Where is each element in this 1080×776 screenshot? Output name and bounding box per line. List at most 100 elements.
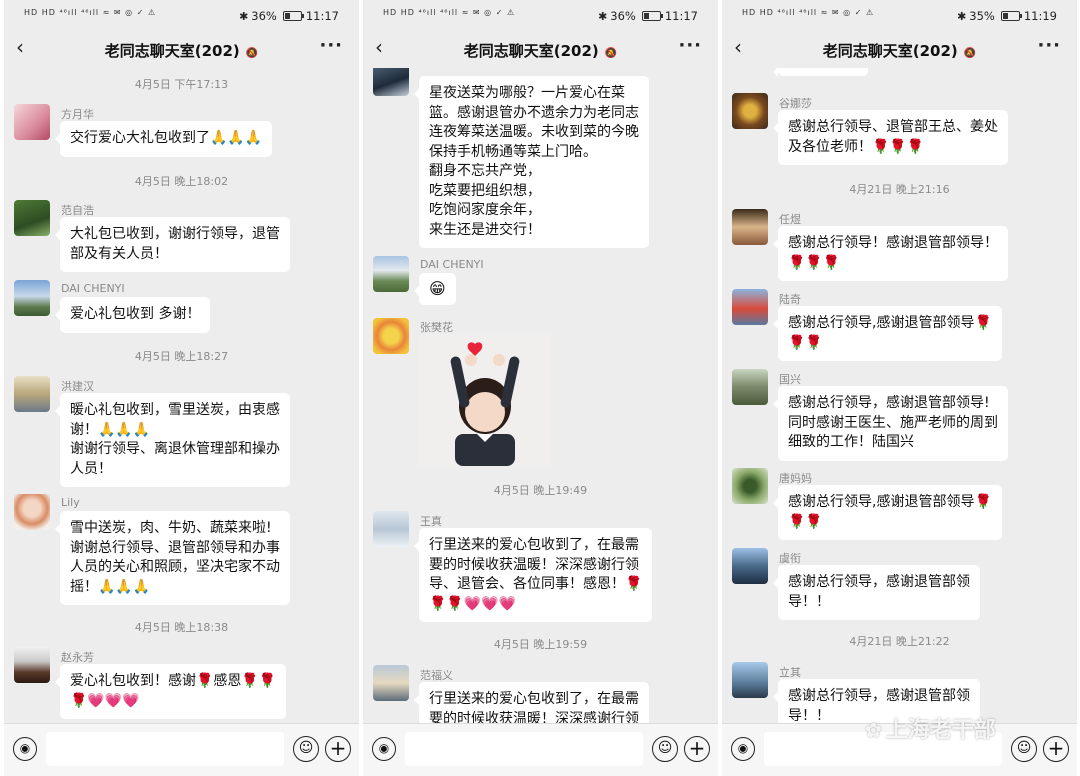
battery-percent: 36%	[610, 9, 636, 23]
avatar[interactable]	[373, 665, 409, 701]
avatar[interactable]	[373, 68, 409, 96]
nav-bar: ‹ 老同志聊天室(202) 🔕 ···	[722, 32, 1077, 68]
avatar[interactable]	[373, 256, 409, 292]
message-bubble[interactable]: 爱心礼包收到 多谢！	[54, 297, 211, 333]
message-bubble[interactable]: 暖心礼包收到，雪里送炭，由衷感 谢！🙏🙏🙏 谢谢行领导、离退休管理部和操办 人员…	[55, 393, 290, 487]
voice-icon[interactable]: ◉	[731, 737, 755, 761]
avatar[interactable]	[14, 376, 50, 412]
avatar[interactable]	[14, 280, 50, 316]
timestamp: 4月5日 晚上19:59	[493, 638, 588, 651]
status-indicators: HD HD ⁴⁶ıll ⁴⁶ıll ≈ ✉ ◎ ✓ ⚠	[383, 8, 516, 17]
message-bubble[interactable]: 星夜送菜为哪般？一片爱心在菜 篮。感谢退管办不遗余力为老同志 连夜筹菜送温暖。未…	[414, 76, 649, 248]
message-bubble[interactable]: 雪中送炭，肉、牛奶、蔬菜来啦! 谢谢总行领导、退管部领导和办事 人员的关心和照顾…	[55, 511, 290, 605]
message-bubble[interactable]: 感谢总行领导,感谢退管部领导🌹 🌹🌹	[773, 306, 1002, 361]
avatar[interactable]	[732, 289, 768, 325]
emoji-icon[interactable]: ☺	[652, 736, 678, 762]
sender-name: 虞衔	[779, 552, 801, 565]
chat-title: 老同志聊天室(202)	[104, 42, 240, 60]
message-list[interactable]: 星夜送菜为哪般？一片爱心在菜 篮。感谢退管办不遗余力为老同志 连夜筹菜送温暖。未…	[363, 68, 718, 724]
chat-screen-1: HD HD ⁴⁶ıll ⁴⁶ıll ≈ ✉ ◎ ✓ ⚠ ✱ 36% 11:17 …	[4, 0, 359, 776]
message-bubble[interactable]: 感谢总行领导、退管部王总、姜处 及各位老师！🌹🌹🌹	[773, 110, 1008, 165]
sender-name: Lily	[61, 496, 80, 509]
watermark: ✿ 上海老干部	[865, 712, 996, 744]
avatar[interactable]	[732, 468, 768, 504]
message-bubble-partial[interactable]	[773, 68, 868, 77]
sender-name: 谷娜莎	[779, 97, 812, 110]
avatar[interactable]	[373, 511, 409, 547]
clock: 11:17	[664, 9, 698, 23]
sender-name: 唐妈妈	[779, 472, 812, 485]
message-bubble[interactable]: 大礼包已收到，谢谢行领导，退管 部及有关人员！	[55, 217, 290, 272]
avatar[interactable]	[14, 200, 50, 236]
photo-message[interactable]	[419, 334, 551, 466]
nav-bar: ‹ 老同志聊天室(202) 🔕 ···	[363, 32, 718, 68]
sender-name: 任煜	[779, 213, 801, 226]
bluetooth-icon: ✱	[598, 9, 608, 23]
sender-name: 方月华	[61, 108, 94, 121]
avatar[interactable]	[732, 93, 768, 129]
watermark-text: 上海老干部	[885, 718, 996, 743]
emoji-icon[interactable]: ☺	[293, 736, 319, 762]
chat-title: 老同志聊天室(202)	[463, 42, 599, 60]
message-bubble[interactable]: 感谢总行领导，感谢退管部领 导！！	[773, 565, 980, 620]
message-input[interactable]	[405, 732, 643, 766]
bell-off-icon: 🔕	[963, 48, 977, 59]
timestamp: 4月21日 晚上21:16	[849, 183, 950, 196]
avatar[interactable]	[14, 494, 50, 530]
bluetooth-icon: ✱	[239, 9, 249, 23]
voice-icon[interactable]: ◉	[13, 737, 37, 761]
sender-name: 洪建汉	[61, 380, 94, 393]
status-indicators: HD HD ⁴⁶ıll ⁴⁶ıll ≈ ✉ ◎ ✓ ⚠	[24, 8, 157, 17]
avatar[interactable]	[732, 369, 768, 405]
sender-name: 张樊花	[420, 321, 453, 334]
message-list[interactable]: 谷娜莎 感谢总行领导、退管部王总、姜处 及各位老师！🌹🌹🌹 4月21日 晚上21…	[722, 68, 1077, 724]
more-dots-icon[interactable]: ···	[678, 35, 702, 56]
more-dots-icon[interactable]: ···	[1037, 35, 1061, 56]
emoji-icon[interactable]: ☺	[1011, 736, 1037, 762]
sender-name: 赵永芳	[61, 651, 94, 664]
chat-screen-2: HD HD ⁴⁶ıll ⁴⁶ıll ≈ ✉ ◎ ✓ ⚠ ✱ 36% 11:17 …	[363, 0, 718, 776]
watermark-logo-icon: ✿	[865, 718, 882, 742]
message-bubble[interactable]: 行里送来的爱心包收到了，在最需 要的时候收获温暖！深深感谢行领	[414, 682, 649, 724]
message-bubble[interactable]: 感谢总行领导,感谢退管部领导🌹 🌹🌹	[773, 485, 1002, 540]
plus-icon[interactable]: +	[1043, 736, 1069, 762]
status-bar: HD HD ⁴⁶ıll ⁴⁶ıll ≈ ✉ ◎ ✓ ⚠ ✱ 36% 11:17	[363, 0, 718, 32]
plus-icon[interactable]: +	[684, 736, 710, 762]
message-list[interactable]: 4月5日 下午17:13 方月华 交行爱心大礼包收到了🙏🙏🙏 4月5日 晚上18…	[4, 68, 359, 724]
timestamp: 4月5日 晚上18:27	[134, 350, 229, 363]
sender-name: 王真	[420, 515, 442, 528]
status-indicators: HD HD ⁴⁶ıll ⁴⁶ıll ≈ ✉ ◎ ✓ ⚠	[742, 8, 875, 17]
status-bar: HD HD ⁴⁶ıll ⁴⁶ıll ≈ ✉ ◎ ✓ ⚠ ✱ 35% 11:19	[722, 0, 1077, 32]
voice-icon[interactable]: ◉	[372, 737, 396, 761]
child-photo	[419, 334, 551, 466]
message-bubble[interactable]: 交行爱心大礼包收到了🙏🙏🙏	[54, 121, 273, 157]
avatar[interactable]	[14, 647, 50, 683]
battery-percent: 36%	[251, 9, 277, 23]
avatar[interactable]	[732, 662, 768, 698]
clock: 11:17	[305, 9, 339, 23]
sender-name: DAI CHENYI	[420, 258, 484, 271]
timestamp: 4月5日 下午17:13	[134, 78, 229, 91]
timestamp: 4月5日 晚上18:02	[134, 175, 229, 188]
avatar[interactable]	[732, 209, 768, 245]
avatar[interactable]	[373, 318, 409, 354]
battery-icon	[1000, 11, 1022, 21]
message-bubble[interactable]: 行里送来的爱心包收到了，在最需 要的时候收获温暖！深深感谢行领 导、退管会、各位…	[413, 528, 653, 622]
message-bubble[interactable]: 爱心礼包收到！感谢🌹感恩🌹🌹 🌹💗💗💗	[54, 664, 287, 719]
message-bubble[interactable]: 感谢总行领导，感谢退管部领导! 同时感谢王医生、施严老师的周到 细致的工作！陆国…	[773, 386, 1008, 461]
message-bubble[interactable]: 感谢总行领导！感谢退管部领导！ 🌹🌹🌹	[773, 226, 1008, 281]
bell-off-icon: 🔕	[604, 48, 618, 59]
avatar[interactable]	[14, 104, 50, 140]
more-dots-icon[interactable]: ···	[319, 35, 343, 56]
clock: 11:19	[1023, 9, 1057, 23]
sender-name: 陆奇	[779, 293, 801, 306]
avatar[interactable]	[732, 548, 768, 584]
message-bubble[interactable]: 😁	[414, 273, 456, 305]
message-input[interactable]	[46, 732, 284, 766]
timestamp: 4月21日 晚上21:22	[849, 635, 950, 648]
plus-icon[interactable]: +	[325, 736, 351, 762]
chat-title: 老同志聊天室(202)	[822, 42, 958, 60]
sender-name: 范福义	[420, 669, 453, 682]
chat-screen-3: HD HD ⁴⁶ıll ⁴⁶ıll ≈ ✉ ◎ ✓ ⚠ ✱ 35% 11:19 …	[722, 0, 1077, 776]
input-bar: ◉ ☺ +	[4, 723, 359, 776]
